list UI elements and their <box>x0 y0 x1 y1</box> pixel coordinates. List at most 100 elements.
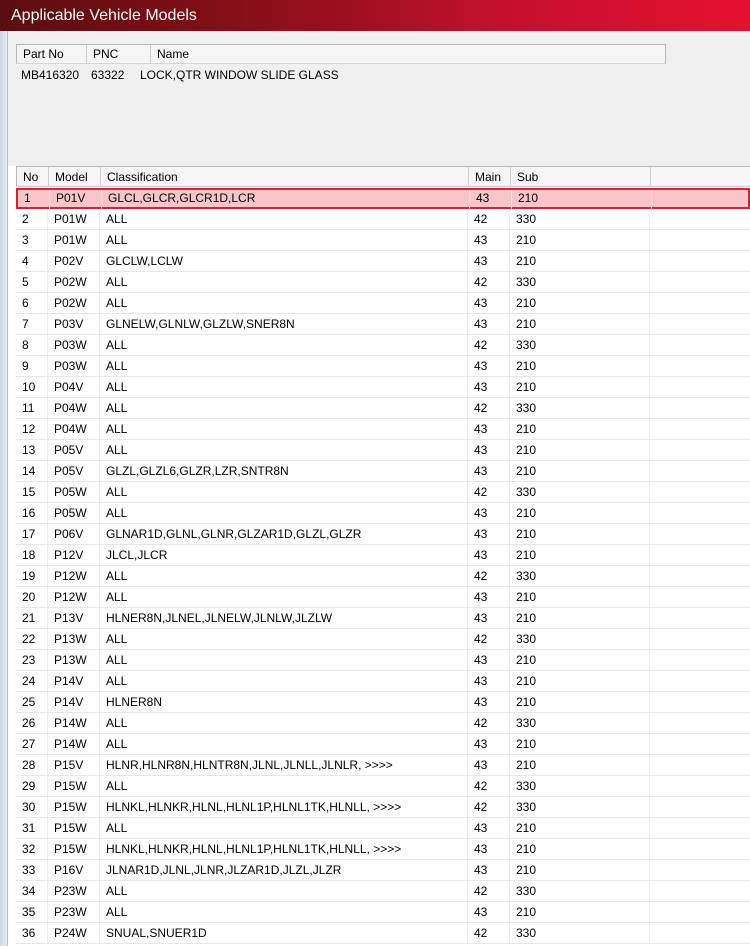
table-row[interactable]: 16 P05W ALL 43 210 <box>16 503 750 524</box>
table-row[interactable]: 28 P15V HLNR,HLNR8N,HLNTR8N,JLNL,JLNLL,JLN… <box>16 755 750 776</box>
row-main-cell: 42 <box>468 482 510 502</box>
pnc-column-header[interactable]: PNC <box>87 45 151 64</box>
row-sub-cell: 210 <box>510 734 650 754</box>
table-row[interactable]: 5 P02W ALL 42 330 <box>16 272 750 293</box>
models-table-body: 1 P01V GLCL,GLCR,GLCR1D,LCR 43 210 2 P01W ALL 42… <box>16 188 750 944</box>
row-model-cell: P04W <box>48 398 100 418</box>
part-row[interactable]: MB416320 63322 LOCK,QTR WINDOW SLIDE GLA… <box>16 66 666 84</box>
table-row[interactable]: 27 P14W ALL 43 210 <box>16 734 750 755</box>
row-no-cell: 7 <box>16 314 48 334</box>
table-row[interactable]: 14 P05V GLZL,GLZL6,GLZR,LZR,SNTR8N 43 210 <box>16 461 750 482</box>
row-no-cell: 26 <box>16 713 48 733</box>
table-row[interactable]: 33 P16V JLNAR1D,JLNL,JLNR,JLZAR1D,JLZL,JLZ… <box>16 860 750 881</box>
table-row[interactable]: 17 P06V GLNAR1D,GLNL,GLNR,GLZAR1D,GLZL,GLZ… <box>16 524 750 545</box>
table-row[interactable]: 35 P23W ALL 43 210 <box>16 902 750 923</box>
row-classification-cell: GLNELW,GLNLW,GLZLW,SNER8N <box>100 314 468 334</box>
row-sub-cell: 210 <box>510 692 650 712</box>
pnc-cell: 63322 <box>91 68 125 82</box>
row-sub-cell: 330 <box>510 209 650 229</box>
table-row[interactable]: 18 P12V JLCL,JLCR 43 210 <box>16 545 750 566</box>
row-model-cell: P15W <box>48 818 100 838</box>
row-sub-cell: 210 <box>512 190 652 210</box>
table-row[interactable]: 32 P15W HLNKL,HLNKR,HLNL,HLNL1P,HLNL1TK,HL… <box>16 839 750 860</box>
table-row[interactable]: 23 P13W ALL 43 210 <box>16 650 750 671</box>
row-main-cell: 43 <box>468 356 510 376</box>
part-no-column-header[interactable]: Part No <box>17 45 87 64</box>
table-row[interactable]: 29 P15W ALL 42 330 <box>16 776 750 797</box>
name-column-header[interactable]: Name <box>151 45 667 64</box>
row-classification-cell: ALL <box>100 209 468 229</box>
table-row[interactable]: 19 P12W ALL 42 330 <box>16 566 750 587</box>
table-row[interactable]: 20 P12W ALL 43 210 <box>16 587 750 608</box>
row-empty-cell <box>650 230 750 250</box>
row-no-cell: 22 <box>16 629 48 649</box>
row-no-cell: 21 <box>16 608 48 628</box>
classification-column-header[interactable]: Classification <box>101 167 469 187</box>
row-no-cell: 29 <box>16 776 48 796</box>
model-column-header[interactable]: Model <box>49 167 101 187</box>
row-sub-cell: 330 <box>510 923 650 943</box>
row-main-cell: 43 <box>468 524 510 544</box>
row-main-cell: 43 <box>468 377 510 397</box>
table-row[interactable]: 4 P02V GLCLW,LCLW 43 210 <box>16 251 750 272</box>
row-model-cell: P06V <box>48 524 100 544</box>
table-row[interactable]: 11 P04W ALL 42 330 <box>16 398 750 419</box>
row-classification-cell: ALL <box>100 335 468 355</box>
table-row[interactable]: 6 P02W ALL 43 210 <box>16 293 750 314</box>
row-main-cell: 42 <box>468 713 510 733</box>
table-row[interactable]: 21 P13V HLNER8N,JLNEL,JLNELW,JLNLW,JLZLW 43… <box>16 608 750 629</box>
table-row[interactable]: 8 P03W ALL 42 330 <box>16 335 750 356</box>
table-row[interactable]: 30 P15W HLNKL,HLNKR,HLNL,HLNL1P,HLNL1TK,HL… <box>16 797 750 818</box>
table-row[interactable]: 25 P14V HLNER8N 43 210 <box>16 692 750 713</box>
table-row[interactable]: 22 P13W ALL 42 330 <box>16 629 750 650</box>
table-row[interactable]: 10 P04V ALL 43 210 <box>16 377 750 398</box>
row-main-cell: 43 <box>468 503 510 523</box>
table-row[interactable]: 1 P01V GLCL,GLCR,GLCR1D,LCR 43 210 <box>16 188 750 210</box>
row-model-cell: P24W <box>48 923 100 943</box>
row-main-cell: 43 <box>468 860 510 880</box>
table-row[interactable]: 12 P04W ALL 43 210 <box>16 419 750 440</box>
table-row[interactable]: 3 P01W ALL 43 210 <box>16 230 750 251</box>
window-titlebar[interactable]: Applicable Vehicle Models <box>0 0 750 31</box>
table-row[interactable]: 9 P03W ALL 43 210 <box>16 356 750 377</box>
row-no-cell: 14 <box>16 461 48 481</box>
row-model-cell: P02V <box>48 251 100 271</box>
row-sub-cell: 330 <box>510 398 650 418</box>
row-classification-cell: ALL <box>100 629 468 649</box>
row-empty-cell <box>650 419 750 439</box>
row-main-cell: 42 <box>468 398 510 418</box>
row-sub-cell: 330 <box>510 482 650 502</box>
row-model-cell: P12V <box>48 545 100 565</box>
row-main-cell: 43 <box>468 293 510 313</box>
table-row[interactable]: 13 P05V ALL 43 210 <box>16 440 750 461</box>
row-main-cell: 43 <box>468 545 510 565</box>
table-row[interactable]: 31 P15W ALL 43 210 <box>16 818 750 839</box>
table-row[interactable]: 34 P23W ALL 42 330 <box>16 881 750 902</box>
row-empty-cell <box>650 209 750 229</box>
row-sub-cell: 210 <box>510 755 650 775</box>
row-sub-cell: 210 <box>510 650 650 670</box>
table-row[interactable]: 26 P14W ALL 42 330 <box>16 713 750 734</box>
row-no-cell: 12 <box>16 419 48 439</box>
row-model-cell: P15V <box>48 755 100 775</box>
row-no-cell: 36 <box>16 923 48 943</box>
table-row[interactable]: 36 P24W SNUAL,SNUER1D 42 330 <box>16 923 750 944</box>
row-no-cell: 23 <box>16 650 48 670</box>
part-no-cell: MB416320 <box>21 68 80 82</box>
sub-column-header[interactable]: Sub <box>511 167 651 187</box>
row-classification-cell: ALL <box>100 356 468 376</box>
row-classification-cell: ALL <box>100 671 468 691</box>
row-no-cell: 16 <box>16 503 48 523</box>
table-row[interactable]: 7 P03V GLNELW,GLNLW,GLZLW,SNER8N 43 210 <box>16 314 750 335</box>
row-no-cell: 6 <box>16 293 48 313</box>
table-row[interactable]: 15 P05W ALL 42 330 <box>16 482 750 503</box>
table-row[interactable]: 24 P14V ALL 43 210 <box>16 671 750 692</box>
no-column-header[interactable]: No <box>17 167 49 187</box>
main-column-header[interactable]: Main <box>469 167 511 187</box>
row-no-cell: 11 <box>16 398 48 418</box>
row-main-cell: 43 <box>468 692 510 712</box>
table-row[interactable]: 2 P01W ALL 42 330 <box>16 209 750 230</box>
row-model-cell: P13W <box>48 629 100 649</box>
vehicle-models-table: No Model Classification Main Sub 1 P01V GL… <box>16 166 750 947</box>
row-empty-cell <box>650 377 750 397</box>
